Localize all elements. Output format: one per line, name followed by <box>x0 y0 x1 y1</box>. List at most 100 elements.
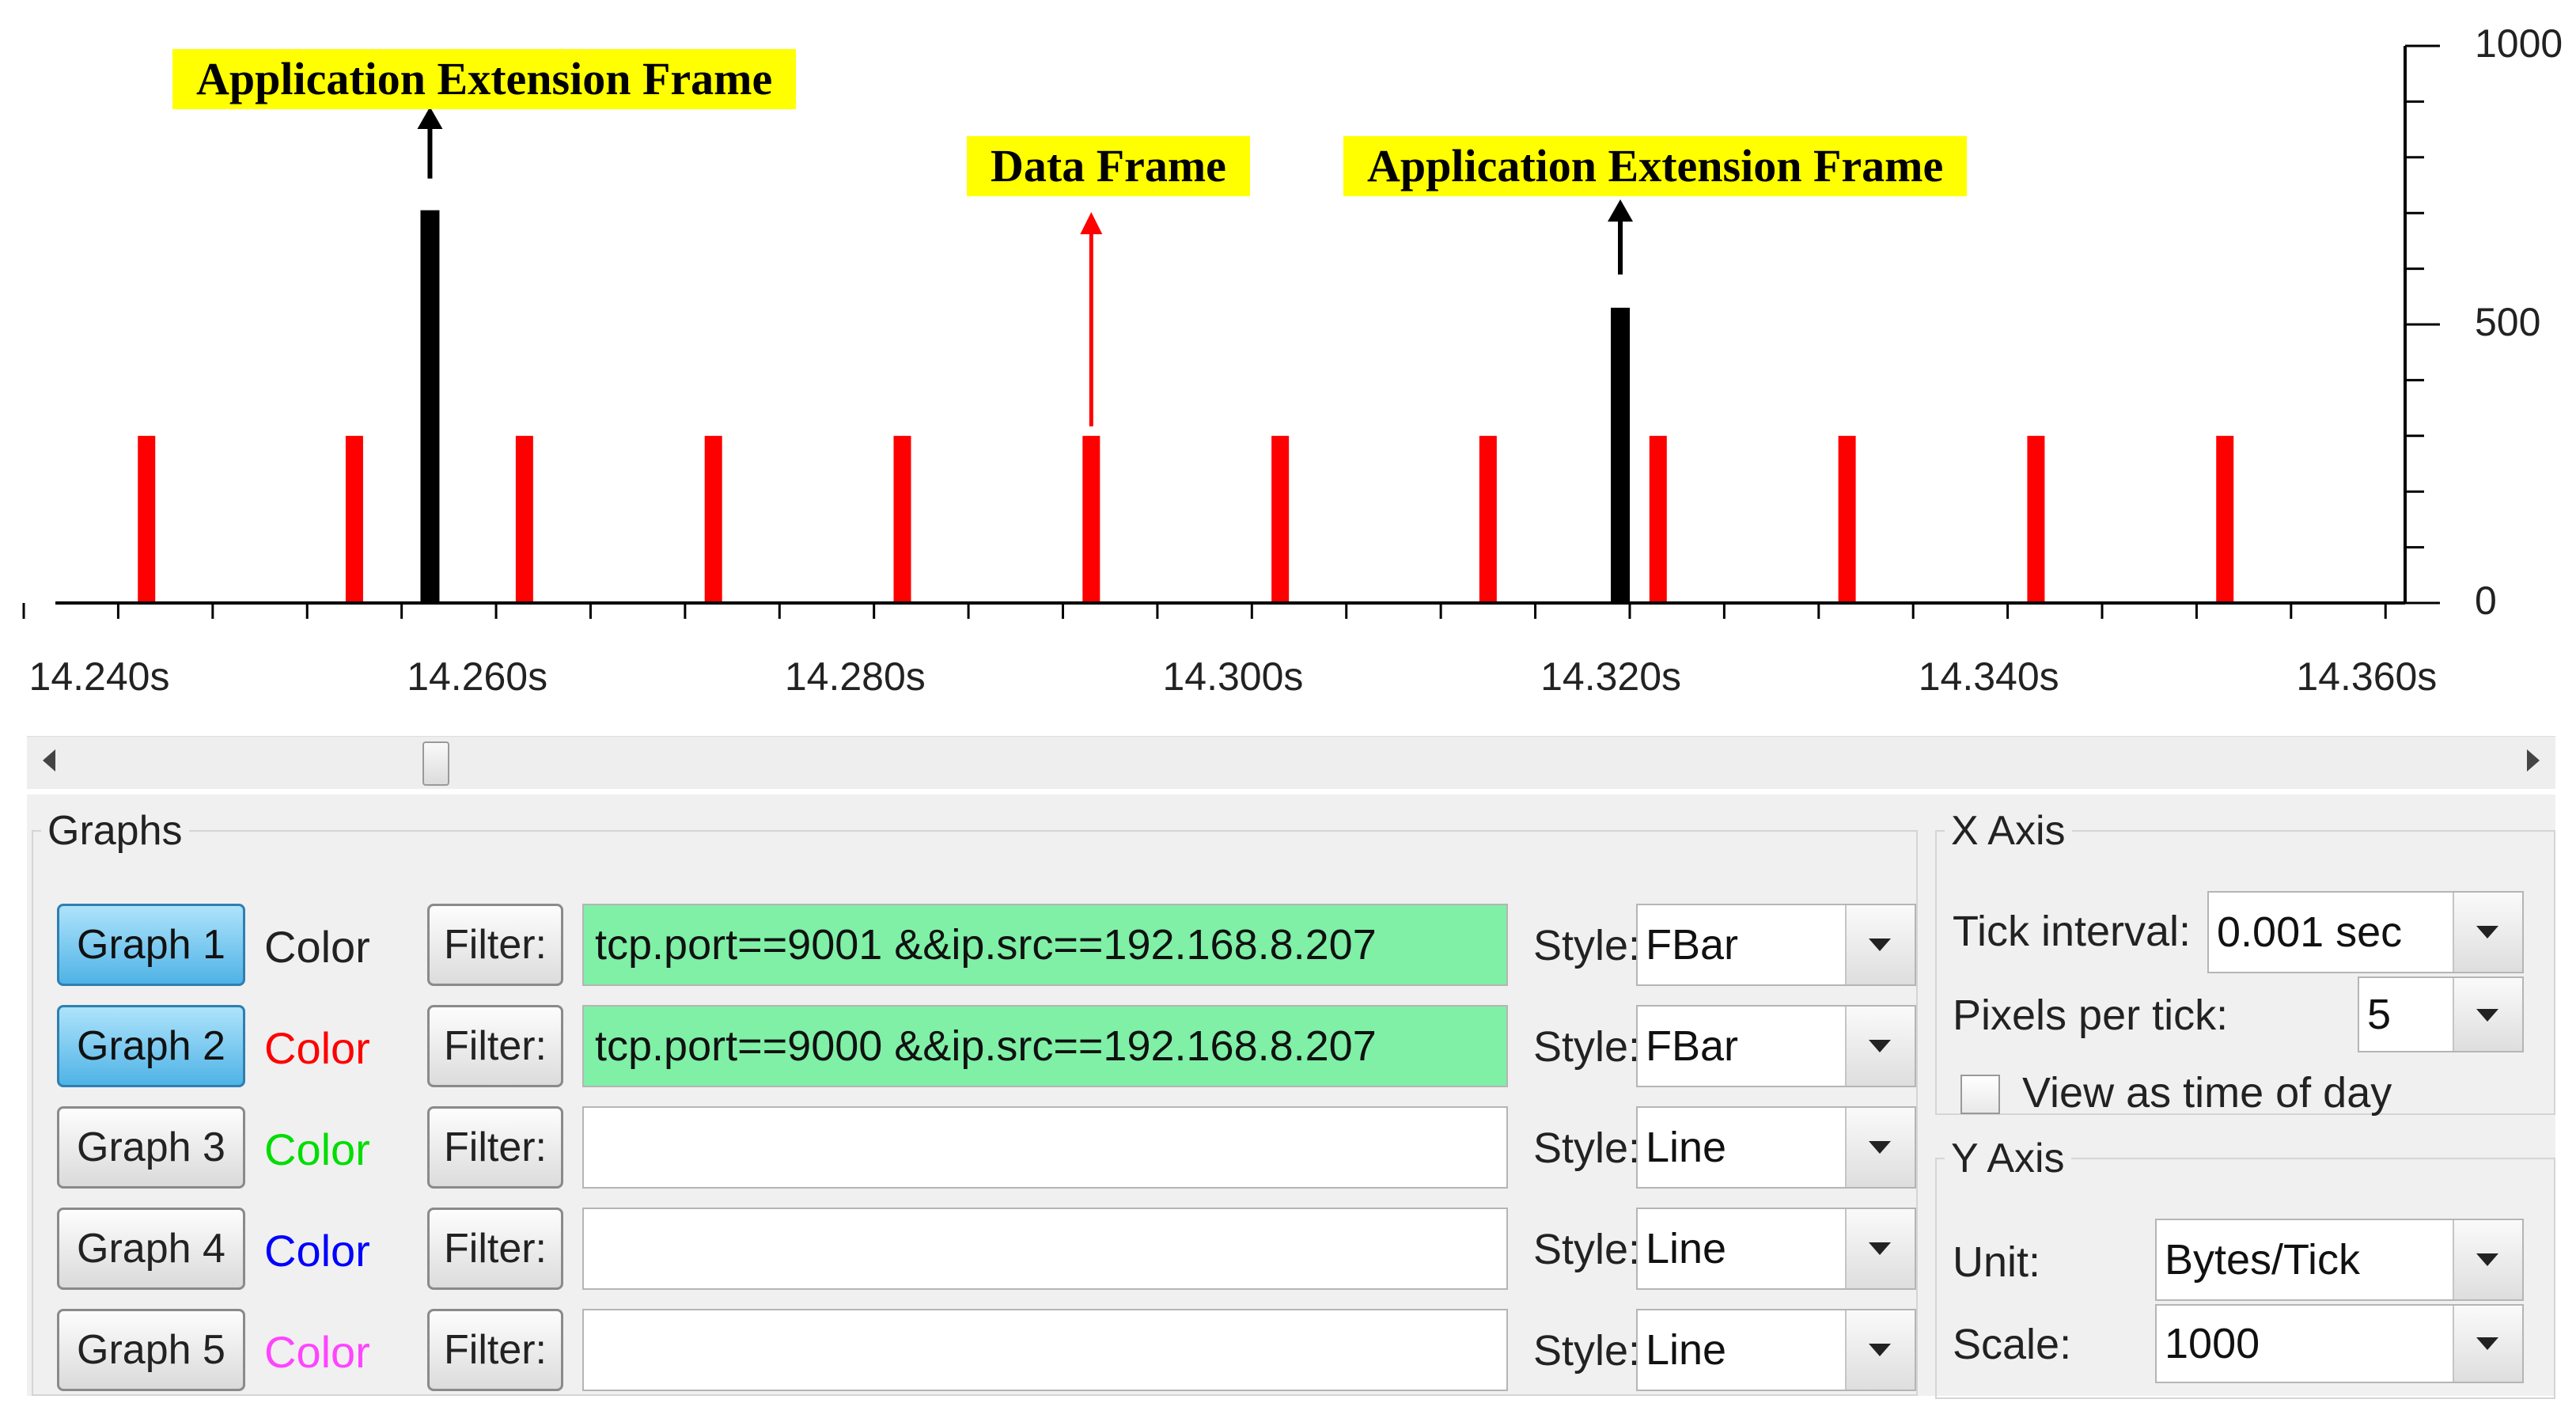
view-time-of-day-checkbox[interactable] <box>1960 1075 2000 1114</box>
graph-4-style-select[interactable]: Line <box>1636 1208 1916 1290</box>
graph-3-style-value: Line <box>1646 1124 1727 1171</box>
graph-5-style-select[interactable]: Line <box>1636 1309 1916 1391</box>
tick-interval-label: Tick interval: <box>1953 908 2191 955</box>
graph-3-filter-input[interactable] <box>582 1106 1508 1189</box>
dropdown-arrow-icon[interactable] <box>1845 1310 1915 1390</box>
scroll-right-arrow-icon[interactable] <box>2527 749 2540 772</box>
graph-5-filter-button[interactable]: Filter: <box>427 1309 563 1391</box>
graph-4-filter-input[interactable] <box>582 1208 1508 1290</box>
dropdown-arrow-icon[interactable] <box>2453 893 2522 972</box>
bar <box>345 435 363 603</box>
control-panel: Graphs Graph 1 Color Filter: tcp.port==9… <box>27 794 2555 1399</box>
graph-4-color-label[interactable]: Color <box>264 1225 370 1276</box>
graphs-group-title: Graphs <box>47 808 183 854</box>
x-tick-label: 14.360s <box>2296 654 2438 699</box>
graph-4-filter-button[interactable]: Filter: <box>427 1208 563 1290</box>
scale-value: 1000 <box>2165 1320 2260 1367</box>
scroll-left-arrow-icon[interactable] <box>43 749 55 772</box>
x-tick-label: 14.240s <box>28 654 170 699</box>
annotation-label: Application Extension Frame <box>1343 136 1968 196</box>
view-time-of-day-label[interactable]: View as time of day <box>2022 1068 2392 1117</box>
bar <box>1479 435 1497 603</box>
x-tick-label: 14.340s <box>1918 654 2059 699</box>
graph-4-button[interactable]: Graph 4 <box>57 1208 245 1290</box>
dropdown-arrow-icon[interactable] <box>1845 1007 1915 1086</box>
bar <box>1649 435 1667 603</box>
bar <box>420 210 440 603</box>
graphs-group: Graphs Graph 1 Color Filter: tcp.port==9… <box>32 807 1918 1396</box>
x-tick-label: 14.300s <box>1162 654 1304 699</box>
annotation-arrow-head <box>1080 212 1103 234</box>
bar <box>893 435 911 603</box>
annotation-label: Data Frame <box>967 136 1250 196</box>
horizontal-scrollbar[interactable] <box>27 736 2555 789</box>
annotation-arrow-head <box>417 107 443 129</box>
graph-1-style-select[interactable]: FBar <box>1636 904 1916 986</box>
scale-label: Scale: <box>1953 1321 2072 1368</box>
pixels-per-tick-select[interactable]: 5 <box>2358 976 2524 1052</box>
graph-3-style-select[interactable]: Line <box>1636 1106 1916 1189</box>
axes-layer <box>22 44 2440 619</box>
bar <box>1082 435 1100 603</box>
x-tick-label: 14.260s <box>407 654 548 699</box>
bar <box>515 435 533 603</box>
graph-2-button[interactable]: Graph 2 <box>57 1005 245 1087</box>
dropdown-arrow-icon[interactable] <box>2453 978 2522 1051</box>
dropdown-arrow-icon[interactable] <box>1845 1209 1915 1288</box>
graph-5-style-value: Line <box>1646 1326 1727 1374</box>
dropdown-arrow-icon[interactable] <box>1845 1108 1915 1187</box>
dropdown-arrow-icon[interactable] <box>2453 1306 2522 1382</box>
graph-2-filter-input[interactable]: tcp.port==9000 &&ip.src==192.168.8.207 <box>582 1005 1508 1087</box>
y-tick-label: 0 <box>2475 578 2497 623</box>
y-axis-group-title: Y Axis <box>1951 1136 2065 1181</box>
graph-5-filter-input[interactable] <box>582 1309 1508 1391</box>
graph-4-style-value: Line <box>1646 1225 1727 1272</box>
graph-2-color-label[interactable]: Color <box>264 1022 370 1074</box>
bars-layer <box>138 210 2234 603</box>
scrollbar-thumb[interactable] <box>422 741 449 786</box>
graph-3-filter-button[interactable]: Filter: <box>427 1106 563 1189</box>
graph-3-button[interactable]: Graph 3 <box>57 1106 245 1189</box>
x-tick-label: 14.320s <box>1540 654 1682 699</box>
x-axis-group: X Axis Tick interval: 0.001 sec Pixels p… <box>1935 807 2555 1117</box>
pixels-per-tick-label: Pixels per tick: <box>1953 992 2229 1039</box>
dropdown-arrow-icon[interactable] <box>2453 1220 2522 1299</box>
graph-5-button[interactable]: Graph 5 <box>57 1309 245 1391</box>
graph-3-color-label[interactable]: Color <box>264 1124 370 1175</box>
bar <box>138 435 156 603</box>
x-axis-group-title: X Axis <box>1951 808 2066 854</box>
y-tick-label: 1000 <box>2475 21 2563 66</box>
bar <box>1271 435 1290 603</box>
bar <box>1838 435 1856 603</box>
graph-2-style-value: FBar <box>1646 1022 1739 1070</box>
scale-select[interactable]: 1000 <box>2155 1304 2524 1383</box>
graph-4-style-label: Style: <box>1533 1226 1641 1273</box>
graph-1-filter-button[interactable]: Filter: <box>427 904 563 986</box>
bar <box>2216 435 2234 603</box>
io-graph-plot <box>22 44 2440 619</box>
annotation-label: Application Extension Frame <box>172 49 797 109</box>
unit-select[interactable]: Bytes/Tick <box>2155 1219 2524 1301</box>
graph-3-style-label: Style: <box>1533 1124 1641 1172</box>
unit-value: Bytes/Tick <box>2165 1236 2361 1284</box>
graph-1-filter-input[interactable]: tcp.port==9001 &&ip.src==192.168.8.207 <box>582 904 1508 986</box>
annotation-arrow-head <box>1608 199 1634 222</box>
x-tick-label: 14.280s <box>784 654 926 699</box>
bar <box>2027 435 2045 603</box>
y-tick-label: 500 <box>2475 300 2541 344</box>
graph-1-style-value: FBar <box>1646 921 1739 969</box>
graph-2-filter-button[interactable]: Filter: <box>427 1005 563 1087</box>
graph-1-button[interactable]: Graph 1 <box>57 904 245 986</box>
bar <box>704 435 722 603</box>
graph-1-style-label: Style: <box>1533 922 1641 969</box>
dropdown-arrow-icon[interactable] <box>1845 905 1915 984</box>
graph-5-style-label: Style: <box>1533 1327 1641 1375</box>
tick-interval-select[interactable]: 0.001 sec <box>2207 891 2524 973</box>
graph-1-color-label[interactable]: Color <box>264 921 370 973</box>
bar <box>1611 307 1631 603</box>
graph-2-style-select[interactable]: FBar <box>1636 1005 1916 1087</box>
graph-2-style-label: Style: <box>1533 1023 1641 1071</box>
unit-label: Unit: <box>1953 1238 2041 1286</box>
tick-interval-value: 0.001 sec <box>2217 908 2403 956</box>
graph-5-color-label[interactable]: Color <box>264 1326 370 1378</box>
